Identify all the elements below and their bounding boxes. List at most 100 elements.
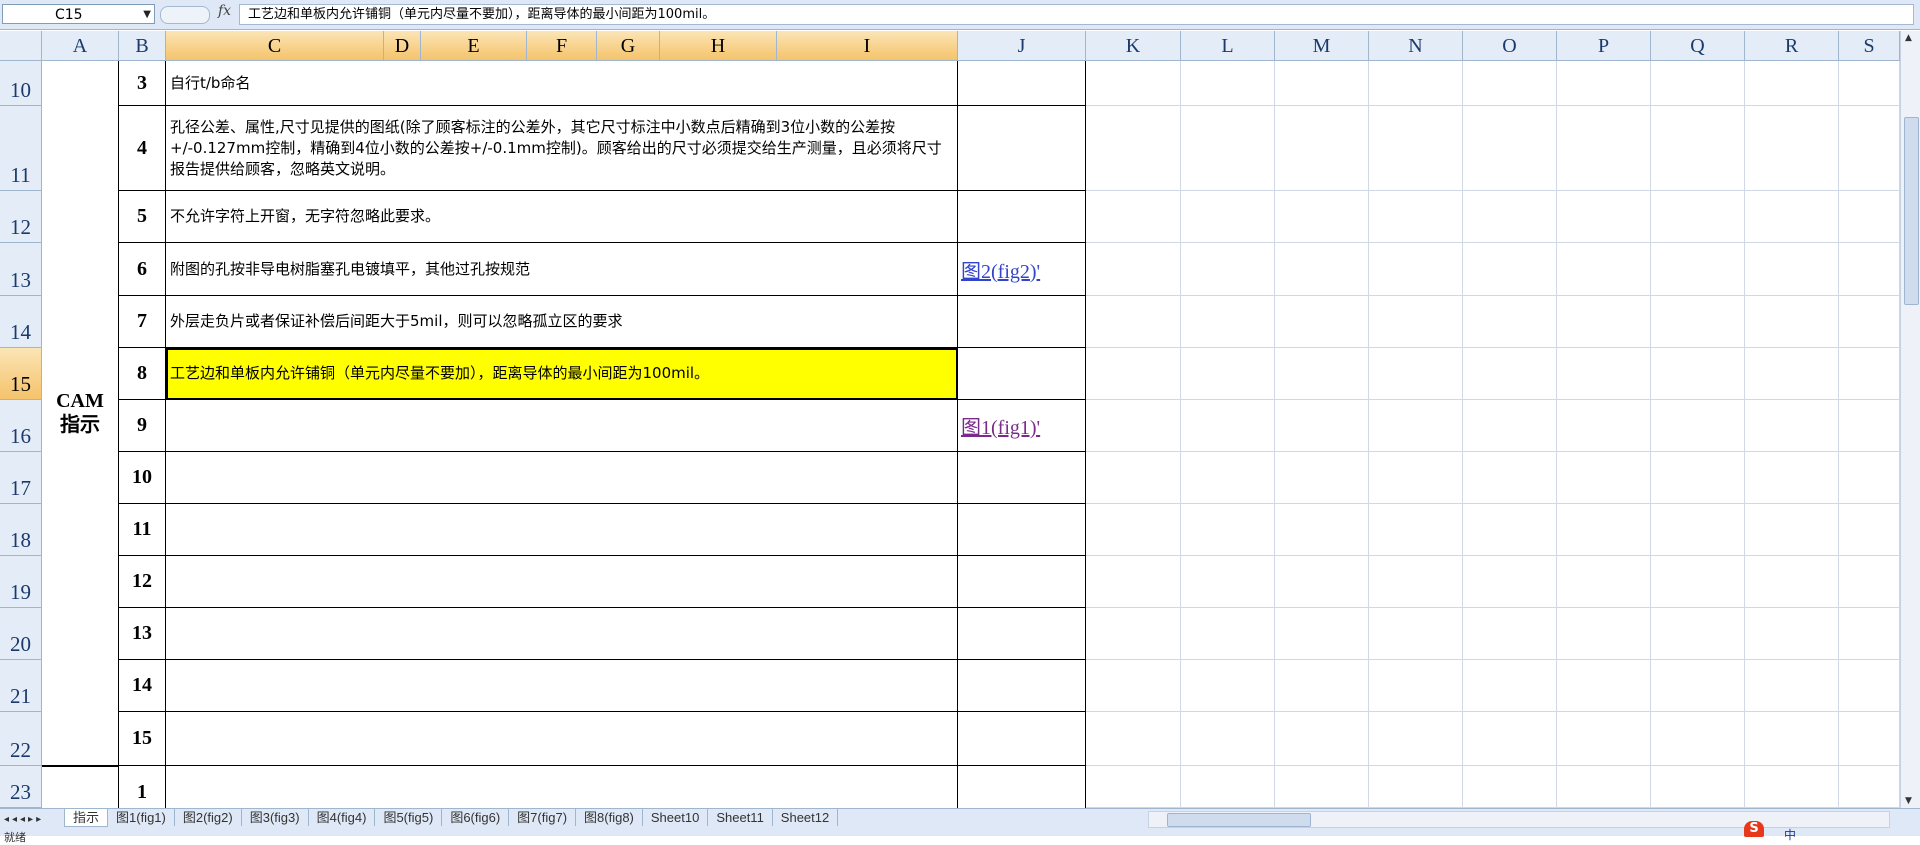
chevron-down-icon[interactable]: ▼ xyxy=(143,5,151,25)
column-header-h[interactable]: H xyxy=(660,31,777,61)
row-header-14[interactable]: 14 xyxy=(0,296,42,348)
column-header-j[interactable]: J xyxy=(958,31,1086,61)
item-description-cell[interactable] xyxy=(166,608,958,660)
column-header-q[interactable]: Q xyxy=(1651,31,1745,61)
row-header-16[interactable]: 16 xyxy=(0,400,42,452)
column-header-l[interactable]: L xyxy=(1181,31,1275,61)
formula-toggle-button[interactable] xyxy=(160,6,210,24)
gridline xyxy=(1556,61,1557,808)
item-number-cell[interactable]: 10 xyxy=(119,452,166,504)
sheet-tab[interactable]: 图7(fig7) xyxy=(509,809,577,826)
item-description-cell[interactable] xyxy=(166,400,958,452)
item-number-cell[interactable]: 14 xyxy=(119,660,166,712)
figure-reference-link[interactable]: 图1(fig1)' xyxy=(958,400,1086,452)
column-header-r[interactable]: R xyxy=(1745,31,1839,61)
column-header-k[interactable]: K xyxy=(1086,31,1181,61)
sheet-tab[interactable]: Sheet12 xyxy=(773,809,839,826)
row-header-13[interactable]: 13 xyxy=(0,243,42,296)
row-header-23[interactable]: 23 xyxy=(0,766,42,808)
item-number-cell[interactable]: 3 xyxy=(119,61,166,106)
column-header-i[interactable]: I xyxy=(777,31,958,61)
item-number-cell[interactable]: 7 xyxy=(119,296,166,348)
reference-cell[interactable] xyxy=(958,660,1086,712)
formula-input[interactable]: 工艺边和单板内允许铺铜（单元内尽量不要加），距离导体的最小间距为100mil。 xyxy=(239,4,1914,25)
reference-cell[interactable] xyxy=(958,191,1086,243)
horizontal-scroll-thumb[interactable] xyxy=(1167,813,1311,827)
row-header-18[interactable]: 18 xyxy=(0,504,42,556)
row-header-21[interactable]: 21 xyxy=(0,660,42,712)
item-number-cell[interactable]: 6 xyxy=(119,243,166,296)
item-number-cell[interactable]: 5 xyxy=(119,191,166,243)
reference-cell[interactable] xyxy=(958,556,1086,608)
column-header-b[interactable]: B xyxy=(119,31,166,61)
item-description-cell[interactable]: 外层走负片或者保证补偿后间距大于5mil，则可以忽略孤立区的要求 xyxy=(166,296,958,348)
reference-cell[interactable] xyxy=(958,608,1086,660)
column-header-g[interactable]: G xyxy=(597,31,660,61)
column-header-d[interactable]: D xyxy=(384,31,421,61)
item-number-cell[interactable]: 4 xyxy=(119,106,166,191)
scroll-up-icon[interactable]: ▲ xyxy=(1905,33,1912,43)
gridline xyxy=(1368,61,1369,808)
item-number-cell[interactable]: 9 xyxy=(119,400,166,452)
sheet-tab[interactable]: 图5(fig5) xyxy=(375,809,443,826)
reference-cell[interactable] xyxy=(958,296,1086,348)
horizontal-scrollbar[interactable] xyxy=(1148,811,1890,828)
item-number-cell[interactable]: 13 xyxy=(119,608,166,660)
item-description-cell[interactable]: 不允许字符上开窗，无字符忽略此要求。 xyxy=(166,191,958,243)
sheet-tab[interactable]: Sheet11 xyxy=(708,809,773,826)
sheet-tab[interactable]: 图4(fig4) xyxy=(309,809,376,826)
item-number-cell[interactable]: 15 xyxy=(119,712,166,766)
vertical-scroll-thumb[interactable] xyxy=(1904,117,1919,305)
item-description-cell[interactable]: 自行t/b命名 xyxy=(166,61,958,106)
reference-cell[interactable] xyxy=(958,348,1086,400)
reference-cell[interactable] xyxy=(958,712,1086,766)
function-icon[interactable]: fx xyxy=(218,3,231,19)
sheet-tab[interactable]: 图6(fig6) xyxy=(442,809,510,826)
row-header-19[interactable]: 19 xyxy=(0,556,42,608)
column-header-s[interactable]: S xyxy=(1839,31,1900,61)
column-header-o[interactable]: O xyxy=(1463,31,1557,61)
row-header-10[interactable]: 10 xyxy=(0,61,42,106)
row-header-12[interactable]: 12 xyxy=(0,191,42,243)
item-description-cell[interactable] xyxy=(166,452,958,504)
column-header-m[interactable]: M xyxy=(1275,31,1369,61)
item-description-cell[interactable]: 孔径公差、属性,尺寸见提供的图纸(除了顾客标注的公差外，其它尺寸标注中小数点后精… xyxy=(166,106,958,191)
column-header-f[interactable]: F xyxy=(527,31,597,61)
row-header-11[interactable]: 11 xyxy=(0,106,42,191)
item-number-cell[interactable]: 11 xyxy=(119,504,166,556)
reference-cell[interactable] xyxy=(958,106,1086,191)
item-description-cell[interactable] xyxy=(166,556,958,608)
sheet-nav-icon[interactable]: ◂◂◂▸▸ xyxy=(4,814,44,825)
select-all-corner[interactable] xyxy=(0,31,42,61)
column-header-a[interactable]: A xyxy=(42,31,119,61)
item-number-cell[interactable]: 8 xyxy=(119,348,166,400)
item-description-cell[interactable]: 工艺边和单板内允许铺铜（单元内尽量不要加），距离导体的最小间距为100mil。 xyxy=(166,348,958,400)
figure-reference-link[interactable]: 图2(fig2)' xyxy=(958,243,1086,296)
item-number-cell[interactable]: 12 xyxy=(119,556,166,608)
item-description-cell[interactable] xyxy=(166,504,958,556)
sheet-tab[interactable]: 图1(fig1) xyxy=(108,809,175,826)
column-header-n[interactable]: N xyxy=(1369,31,1463,61)
row-header-22[interactable]: 22 xyxy=(0,712,42,766)
row-header-15[interactable]: 15 xyxy=(0,348,42,400)
sheet-tab[interactable]: 图8(fig8) xyxy=(576,809,643,826)
reference-cell[interactable] xyxy=(958,452,1086,504)
item-description-cell[interactable] xyxy=(166,660,958,712)
sheet-tab[interactable]: 图3(fig3) xyxy=(242,809,309,826)
column-header-e[interactable]: E xyxy=(421,31,527,61)
reference-cell[interactable] xyxy=(958,61,1086,106)
scroll-down-icon[interactable]: ▼ xyxy=(1905,796,1912,806)
row-header-17[interactable]: 17 xyxy=(0,452,42,504)
sheet-tab[interactable]: Sheet10 xyxy=(643,809,709,826)
section-label-cell[interactable]: CAM 指示 xyxy=(42,61,119,766)
sheet-tab[interactable]: 图2(fig2) xyxy=(175,809,242,826)
item-description-cell[interactable]: 附图的孔按非导电树脂塞孔电镀填平，其他过孔按规范 xyxy=(166,243,958,296)
reference-cell[interactable] xyxy=(958,504,1086,556)
column-header-c[interactable]: C xyxy=(166,31,384,61)
sheet-tab[interactable]: 指示 xyxy=(64,809,109,827)
column-header-p[interactable]: P xyxy=(1557,31,1651,61)
item-description-cell[interactable] xyxy=(166,712,958,766)
vertical-scrollbar[interactable]: ▲ ▼ xyxy=(1900,31,1920,808)
row-header-20[interactable]: 20 xyxy=(0,608,42,660)
name-box[interactable]: C15 ▼ xyxy=(2,4,155,24)
